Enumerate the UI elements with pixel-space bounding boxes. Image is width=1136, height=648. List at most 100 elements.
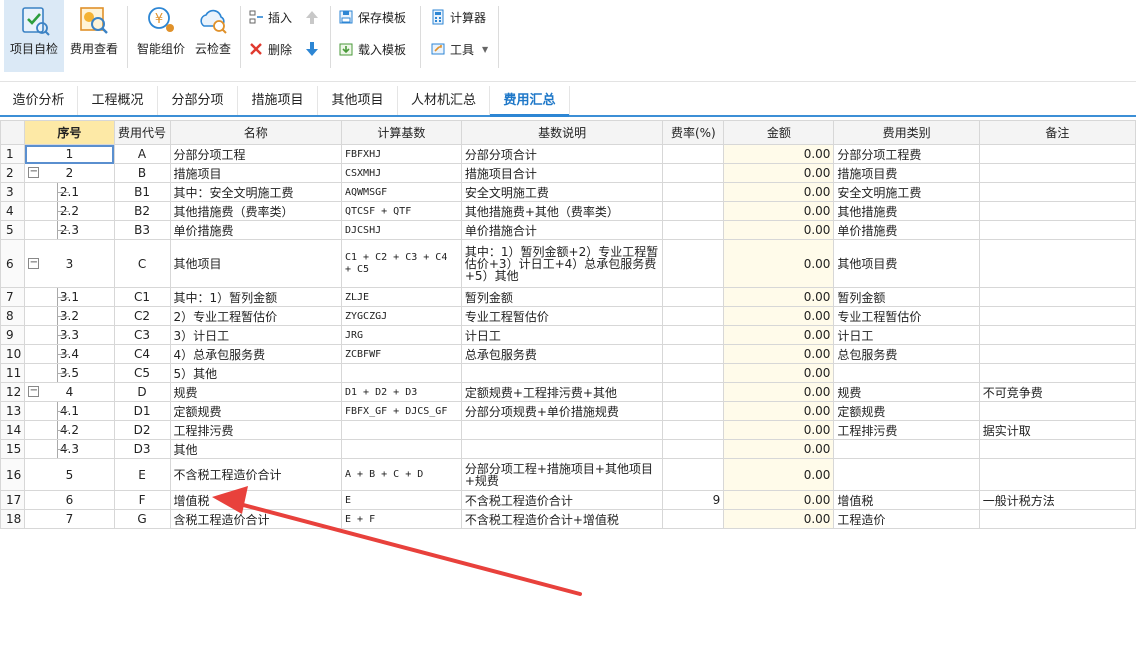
code-cell[interactable]: G bbox=[113, 509, 171, 529]
name-cell[interactable]: 其他措施费（费率类） bbox=[169, 201, 342, 221]
category-cell[interactable] bbox=[833, 439, 980, 459]
amount-cell[interactable]: 0.00 bbox=[723, 287, 835, 307]
table-row[interactable]: 18 7 G 含税工程造价合计 E + F 不含税工程造价合计+增值税 0.00 工程造价 bbox=[0, 509, 1136, 529]
desc-cell[interactable]: 安全文明施工费 bbox=[460, 182, 664, 202]
table-row[interactable]: 5 2.3 B3 单价措施费 DJCSHJ 单价措施合计 0.00 单价措施费 bbox=[0, 220, 1136, 240]
note-cell[interactable] bbox=[978, 220, 1136, 240]
amount-cell[interactable]: 0.00 bbox=[723, 420, 835, 440]
amount-cell[interactable]: 0.00 bbox=[723, 163, 835, 183]
collapse-icon[interactable]: − bbox=[28, 167, 40, 178]
category-cell[interactable] bbox=[833, 458, 980, 491]
desc-cell[interactable]: 不含税工程造价合计+增值税 bbox=[460, 509, 664, 529]
base-cell[interactable]: E + F bbox=[341, 509, 462, 529]
note-cell[interactable]: 一般计税方法 bbox=[978, 490, 1136, 510]
seq-cell[interactable]: −3 bbox=[24, 239, 115, 288]
tab-labor-material-machine[interactable]: 人材机汇总 bbox=[398, 86, 490, 115]
amount-cell[interactable]: 0.00 bbox=[723, 144, 835, 164]
table-row[interactable]: 16 5 E 不含税工程造价合计 A + B + C + D 分部分项工程+措施项目+其他… bbox=[0, 458, 1136, 491]
category-cell[interactable]: 专业工程暂估价 bbox=[833, 306, 980, 326]
amount-cell[interactable]: 0.00 bbox=[723, 401, 835, 421]
seq-cell[interactable]: 3.4 bbox=[24, 344, 115, 364]
base-cell[interactable] bbox=[341, 420, 462, 440]
base-cell[interactable]: A + B + C + D bbox=[341, 458, 462, 491]
table-row[interactable]: 13 4.1 D1 定额规费 FBFX_GF + DJCS_GF 分部分项规费+单价措施规… bbox=[0, 401, 1136, 421]
amount-cell[interactable]: 0.00 bbox=[723, 220, 835, 240]
seq-cell[interactable]: 4.1 bbox=[24, 401, 115, 421]
base-cell[interactable]: FBFX_GF + DJCS_GF bbox=[341, 401, 462, 421]
rate-cell[interactable] bbox=[662, 220, 725, 240]
amount-cell[interactable]: 0.00 bbox=[723, 490, 835, 510]
base-cell[interactable] bbox=[341, 439, 462, 459]
column-header-base[interactable]: 计算基数 bbox=[341, 120, 462, 145]
name-cell[interactable]: 不含税工程造价合计 bbox=[169, 458, 342, 491]
amount-cell[interactable]: 0.00 bbox=[723, 325, 835, 345]
table-row[interactable]: 7 3.1 C1 其中：1）暂列金额 ZLJE 暂列金额 0.00 暂列金额 bbox=[0, 287, 1136, 307]
code-cell[interactable]: C2 bbox=[113, 306, 171, 326]
category-cell[interactable]: 工程排污费 bbox=[833, 420, 980, 440]
code-cell[interactable]: C1 bbox=[113, 287, 171, 307]
desc-cell[interactable]: 总承包服务费 bbox=[460, 344, 664, 364]
tab-project-overview[interactable]: 工程概况 bbox=[78, 86, 158, 115]
amount-cell[interactable]: 0.00 bbox=[723, 363, 835, 383]
seq-cell[interactable]: 4.3 bbox=[24, 439, 115, 459]
amount-cell[interactable]: 0.00 bbox=[723, 344, 835, 364]
category-cell[interactable]: 分部分项工程费 bbox=[833, 144, 980, 164]
category-cell[interactable]: 措施项目费 bbox=[833, 163, 980, 183]
note-cell[interactable]: 据实计取 bbox=[978, 420, 1136, 440]
seq-cell[interactable]: 5 bbox=[24, 458, 115, 491]
table-row[interactable]: 15 4.3 D3 其他 0.00 bbox=[0, 439, 1136, 459]
name-cell[interactable]: 其他项目 bbox=[169, 239, 342, 288]
table-row[interactable]: 11 3.5 C5 5）其他 0.00 bbox=[0, 363, 1136, 383]
table-row[interactable]: 2−2 B 措施项目 CSXMHJ 措施项目合计 0.00 措施项目费 bbox=[0, 163, 1136, 183]
seq-cell[interactable]: 2.1 bbox=[24, 182, 115, 202]
rate-cell[interactable] bbox=[662, 163, 725, 183]
desc-cell[interactable]: 分部分项工程+措施项目+其他项目+规费 bbox=[460, 458, 664, 491]
category-cell[interactable]: 总包服务费 bbox=[833, 344, 980, 364]
project-check-button[interactable]: 项目自检 bbox=[4, 0, 64, 72]
column-header-rate[interactable]: 费率(%) bbox=[662, 120, 725, 145]
base-cell[interactable]: FBFXHJ bbox=[341, 144, 462, 164]
category-cell[interactable]: 工程造价 bbox=[833, 509, 980, 529]
name-cell[interactable]: 5）其他 bbox=[169, 363, 342, 383]
base-cell[interactable]: D1 + D2 + D3 bbox=[341, 382, 462, 402]
desc-cell[interactable]: 其中：1）暂列金额+2）专业工程暂估价+3）计日工+4）总承包服务费+5）其他 bbox=[460, 239, 664, 288]
category-cell[interactable]: 暂列金额 bbox=[833, 287, 980, 307]
name-cell[interactable]: 工程排污费 bbox=[169, 420, 342, 440]
name-cell[interactable]: 规费 bbox=[169, 382, 342, 402]
amount-cell[interactable]: 0.00 bbox=[723, 382, 835, 402]
name-cell[interactable]: 含税工程造价合计 bbox=[169, 509, 342, 529]
table-row[interactable]: 10 3.4 C4 4）总承包服务费 ZCBFWF 总承包服务费 0.00 总包服务费 bbox=[0, 344, 1136, 364]
desc-cell[interactable]: 专业工程暂估价 bbox=[460, 306, 664, 326]
rate-cell[interactable] bbox=[662, 458, 725, 491]
name-cell[interactable]: 4）总承包服务费 bbox=[169, 344, 342, 364]
code-cell[interactable]: D bbox=[113, 382, 171, 402]
rate-cell[interactable] bbox=[662, 287, 725, 307]
desc-cell[interactable] bbox=[460, 363, 664, 383]
tools-button[interactable]: 工具 ▼ bbox=[430, 38, 488, 60]
name-cell[interactable]: 3）计日工 bbox=[169, 325, 342, 345]
name-cell[interactable]: 其他 bbox=[169, 439, 342, 459]
amount-cell[interactable]: 0.00 bbox=[723, 306, 835, 326]
code-cell[interactable]: D2 bbox=[113, 420, 171, 440]
amount-cell[interactable]: 0.00 bbox=[723, 182, 835, 202]
rate-cell[interactable] bbox=[662, 439, 725, 459]
table-row[interactable]: 17 6 F 增值税 E 不含税工程造价合计 9 0.00 增值税 一般计税方法 bbox=[0, 490, 1136, 510]
name-cell[interactable]: 分部分项工程 bbox=[169, 144, 342, 164]
rate-cell[interactable] bbox=[662, 382, 725, 402]
note-cell[interactable] bbox=[978, 287, 1136, 307]
seq-cell[interactable]: 2.2 bbox=[24, 201, 115, 221]
code-cell[interactable]: C3 bbox=[113, 325, 171, 345]
table-row[interactable]: 4 2.2 B2 其他措施费（费率类） QTCSF + QTF 其他措施费+其他（费率类）… bbox=[0, 201, 1136, 221]
table-row[interactable]: 9 3.3 C3 3）计日工 JRG 计日工 0.00 计日工 bbox=[0, 325, 1136, 345]
desc-cell[interactable]: 定额规费+工程排污费+其他 bbox=[460, 382, 664, 402]
note-cell[interactable] bbox=[978, 344, 1136, 364]
code-cell[interactable]: B3 bbox=[113, 220, 171, 240]
code-cell[interactable]: A bbox=[113, 144, 171, 164]
name-cell[interactable]: 定额规费 bbox=[169, 401, 342, 421]
seq-cell[interactable]: 7 bbox=[24, 509, 115, 529]
desc-cell[interactable]: 措施项目合计 bbox=[460, 163, 664, 183]
seq-cell[interactable]: 6 bbox=[24, 490, 115, 510]
base-cell[interactable]: E bbox=[341, 490, 462, 510]
rate-cell[interactable] bbox=[662, 420, 725, 440]
code-cell[interactable]: C5 bbox=[113, 363, 171, 383]
